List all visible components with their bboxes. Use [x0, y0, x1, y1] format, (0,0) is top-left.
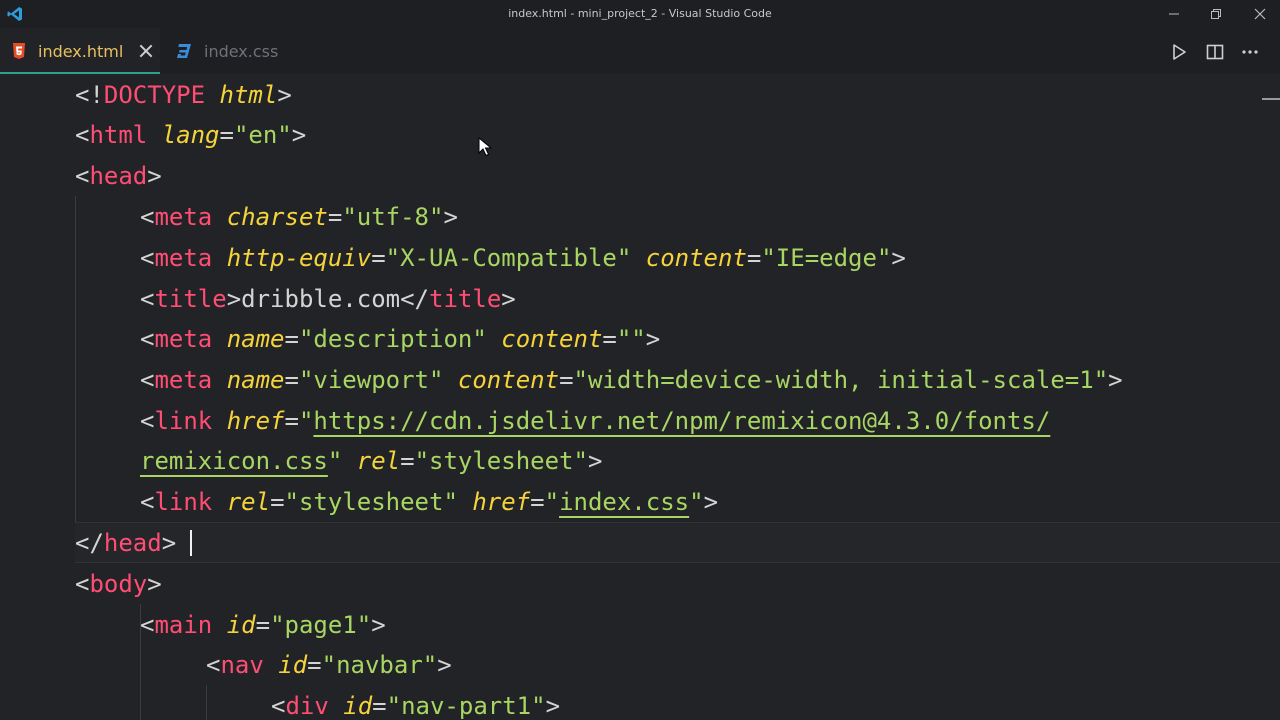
- code-line: <meta http-equiv="X-UA-Compatible" conte…: [140, 244, 906, 272]
- code-line: <nav id="navbar">: [206, 651, 452, 679]
- restore-button[interactable]: [1196, 0, 1236, 28]
- close-icon: [1254, 8, 1266, 20]
- ellipsis-icon: [1242, 50, 1258, 54]
- split-editor-button[interactable]: [1201, 38, 1229, 66]
- tab-label: index.css: [204, 41, 279, 61]
- indent-guide: [206, 685, 207, 720]
- text-caret: [190, 530, 192, 556]
- editor-tab-bar: index.html index.css: [0, 28, 1280, 74]
- code-line: <meta charset="utf-8">: [140, 203, 458, 231]
- close-window-button[interactable]: [1240, 0, 1280, 28]
- minimize-icon: [1169, 13, 1179, 15]
- close-tab-icon[interactable]: [139, 44, 153, 58]
- indent-guide: [75, 196, 76, 522]
- minimize-button[interactable]: [1154, 0, 1194, 28]
- mouse-pointer-icon: [478, 137, 492, 157]
- code-line: <meta name="viewport" content="width=dev…: [140, 366, 1123, 394]
- code-line: <link rel="stylesheet" href="index.css">: [140, 488, 719, 516]
- split-editor-icon: [1206, 44, 1224, 60]
- run-button[interactable]: [1165, 38, 1193, 66]
- restore-icon: [1211, 9, 1221, 19]
- code-line: <link href="https://cdn.jsdelivr.net/npm…: [140, 407, 1051, 435]
- code-line: </head>: [75, 529, 177, 557]
- code-line: <!DOCTYPE html>: [75, 81, 292, 109]
- tab-index-css[interactable]: index.css: [160, 28, 290, 74]
- window-title: index.html - mini_project_2 - Visual Stu…: [508, 7, 772, 20]
- current-line-highlight: [75, 522, 1280, 563]
- play-icon: [1173, 44, 1186, 60]
- overview-ruler-mark: [1262, 98, 1280, 100]
- code-editor[interactable]: <!DOCTYPE html> <html lang="en"> <head> …: [0, 74, 1280, 720]
- code-line: <html lang="en">: [75, 121, 307, 149]
- html5-icon: [13, 43, 25, 59]
- code-line: <div id="nav-part1">: [271, 692, 561, 720]
- title-bar: index.html - mini_project_2 - Visual Stu…: [0, 0, 1280, 28]
- code-link[interactable]: remixicon.css: [140, 447, 328, 475]
- tab-label: index.html: [38, 41, 124, 61]
- tab-index-html[interactable]: index.html: [0, 28, 160, 74]
- css3-icon: [177, 44, 191, 58]
- code-line: remixicon.css" rel="stylesheet">: [140, 447, 603, 475]
- code-line: <title>dribble.com</title>: [140, 285, 516, 313]
- code-line: <head>: [75, 162, 162, 190]
- code-link[interactable]: https://cdn.jsdelivr.net/npm/remixicon@4…: [313, 407, 1050, 435]
- code-line: <meta name="description" content="">: [140, 325, 661, 353]
- more-actions-button[interactable]: [1236, 38, 1264, 66]
- code-line: <main id="page1">: [140, 611, 386, 639]
- code-line: <body>: [75, 570, 162, 598]
- code-link[interactable]: index.css: [559, 488, 689, 516]
